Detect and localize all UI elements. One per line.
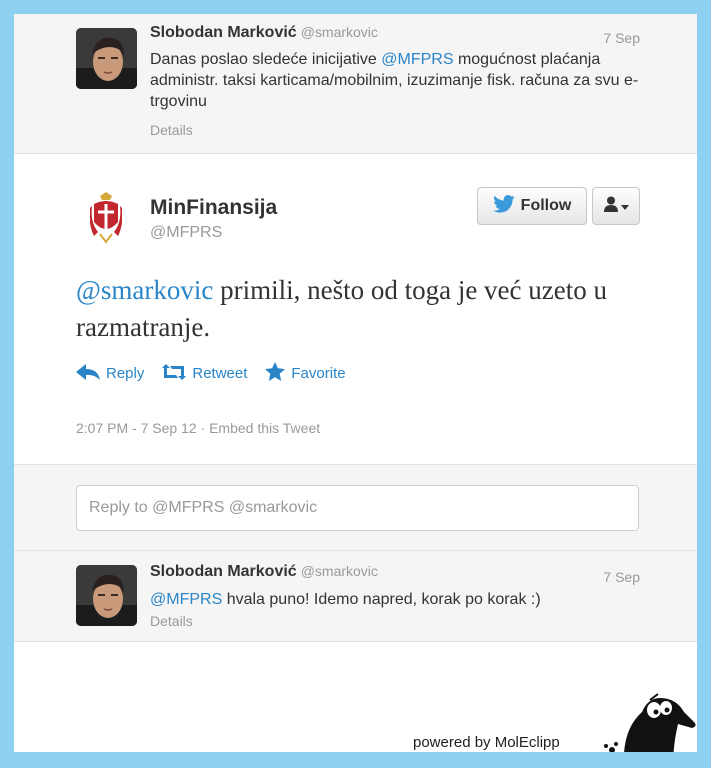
author-name[interactable]: MinFinansija: [150, 196, 277, 220]
user-icon: [603, 196, 618, 217]
details-link[interactable]: Details: [150, 613, 193, 629]
tweet-date[interactable]: 7 Sep: [603, 569, 640, 585]
author-handle[interactable]: @smarkovic: [301, 24, 378, 40]
reply-area: [14, 464, 697, 550]
reply-input[interactable]: [76, 485, 639, 531]
favorite-action[interactable]: Favorite: [265, 362, 346, 385]
author-name-text[interactable]: Slobodan Marković: [150, 563, 297, 580]
main-tweet: MinFinansija @MFPRS Follow @smarkovic pr…: [14, 154, 697, 464]
conversation-tweet-previous[interactable]: Slobodan Marković @smarkovic 7 Sep Danas …: [14, 14, 697, 154]
tweet-text-part: hvala puno! Idemo napred, korak po korak…: [222, 591, 541, 608]
user-actions-dropdown[interactable]: [592, 187, 640, 225]
author-name[interactable]: Slobodan Marković @smarkovic: [150, 563, 378, 581]
reply-label: Reply: [106, 365, 145, 382]
favorite-label: Favorite: [291, 365, 346, 382]
serbian-crest-avatar[interactable]: [89, 192, 123, 244]
author-name[interactable]: Slobodan Marković @smarkovic: [150, 24, 378, 42]
reply-icon: [76, 363, 100, 384]
mention-link[interactable]: @MFPRS: [381, 51, 453, 68]
meta-separator: ·: [200, 420, 206, 436]
mention-link[interactable]: @smarkovic: [76, 275, 213, 305]
retweet-icon: [162, 363, 187, 384]
tweet-date[interactable]: 7 Sep: [603, 30, 640, 46]
tweet-text: @MFPRS hvala puno! Idemo napred, korak p…: [150, 589, 650, 610]
conversation-tweet-reply[interactable]: Slobodan Marković @smarkovic 7 Sep @MFPRS…: [14, 550, 697, 642]
tweet-text: @smarkovic primili, nešto od toga je već…: [76, 272, 636, 346]
tweet-actions: Reply Retweet Favorite: [76, 362, 346, 385]
author-avatar[interactable]: [76, 565, 137, 626]
details-link[interactable]: Details: [150, 122, 193, 138]
mole-mascot-logo: [602, 690, 697, 752]
retweet-label: Retweet: [192, 365, 248, 382]
timestamp[interactable]: 2:07 PM - 7 Sep 12: [76, 420, 197, 436]
mention-link[interactable]: @MFPRS: [150, 591, 222, 608]
author-handle[interactable]: @MFPRS: [150, 224, 222, 242]
tweet-text-part: Danas poslao sledeće inicijative: [150, 51, 382, 68]
author-name-text[interactable]: Slobodan Marković: [150, 24, 297, 41]
author-avatar[interactable]: [76, 28, 137, 89]
reply-action[interactable]: Reply: [76, 362, 144, 385]
follow-label: Follow: [520, 197, 572, 214]
follow-button[interactable]: Follow: [477, 187, 587, 225]
embed-link[interactable]: Embed this Tweet: [209, 420, 320, 436]
author-handle[interactable]: @smarkovic: [301, 563, 378, 579]
tweet-embed-frame: Slobodan Marković @smarkovic 7 Sep Danas …: [14, 14, 697, 752]
tweet-text: Danas poslao sledeće inicijative @MFPRS …: [150, 49, 650, 112]
caret-down-icon: [620, 197, 629, 215]
star-icon: [265, 362, 286, 385]
retweet-action[interactable]: Retweet: [162, 362, 247, 385]
tweet-meta: 2:07 PM - 7 Sep 12 · Embed this Tweet: [76, 420, 320, 436]
powered-by-label: powered by MolEclipp: [413, 734, 560, 751]
twitter-bird-icon: [492, 194, 515, 218]
